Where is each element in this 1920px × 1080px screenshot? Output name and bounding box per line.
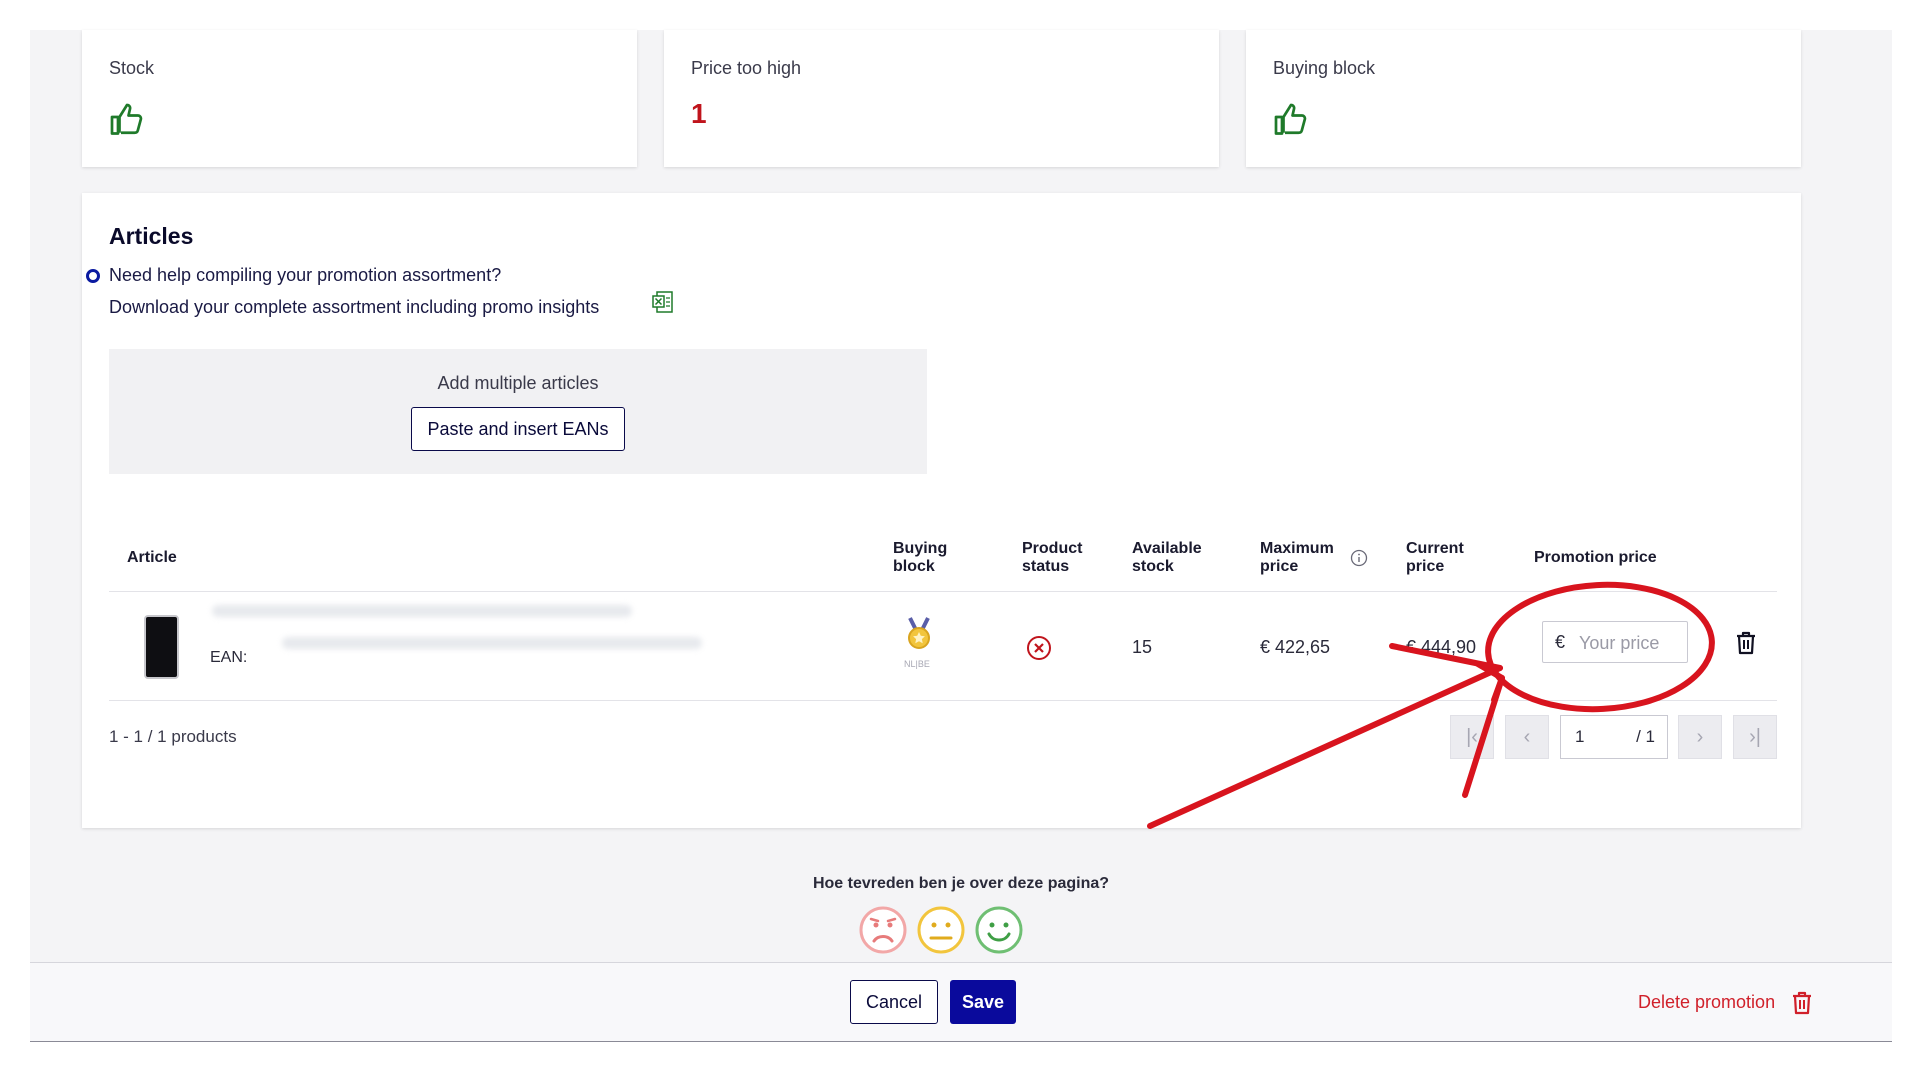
current-price-value: € 444,90 xyxy=(1406,637,1477,657)
help-indicator-icon xyxy=(86,269,100,283)
header-current-price: Current price xyxy=(1406,540,1464,576)
footer-bottom-border xyxy=(30,1041,1892,1042)
help-text: Need help compiling your promotion assor… xyxy=(109,265,502,285)
maximum-price-value: € 422,65 xyxy=(1260,637,1331,657)
cancel-button[interactable]: Cancel xyxy=(850,980,938,1024)
neutral-face-icon[interactable] xyxy=(916,905,966,960)
promotion-price-field[interactable]: € xyxy=(1542,621,1688,663)
sad-face-icon[interactable] xyxy=(858,905,908,960)
header-line: stock xyxy=(1132,558,1174,575)
header-line: block xyxy=(893,558,935,575)
table-row-divider xyxy=(109,700,1777,701)
thumbs-up-icon xyxy=(109,102,145,143)
header-promotion-price: Promotion price xyxy=(1534,549,1657,566)
header-line: status xyxy=(1022,558,1070,575)
header-article: Article xyxy=(127,549,177,566)
kpi-card-buying-block: Buying block xyxy=(1246,30,1801,167)
thumbs-up-icon xyxy=(1273,102,1309,143)
currency-symbol: € xyxy=(1555,632,1566,652)
kpi-title: Stock xyxy=(109,58,155,78)
buying-block-badge-text: NL|BE xyxy=(904,659,930,669)
pagination-range: 1 - 1 / 1 products xyxy=(109,727,237,746)
paste-eans-button[interactable]: Paste and insert EANs xyxy=(411,407,625,451)
last-page-button[interactable]: ›| xyxy=(1733,715,1777,759)
header-line: Available xyxy=(1132,540,1202,557)
kpi-title: Buying block xyxy=(1273,58,1376,78)
trash-icon[interactable] xyxy=(1734,630,1758,661)
kpi-card-stock: Stock xyxy=(82,30,637,167)
header-maximum-price: Maximum price xyxy=(1260,540,1334,576)
current-page[interactable]: 1 xyxy=(1575,727,1584,747)
header-line: price xyxy=(1406,558,1445,575)
delete-trash-icon[interactable] xyxy=(1790,990,1814,1021)
medal-icon xyxy=(902,617,936,662)
header-product-status: Product status xyxy=(1022,540,1082,576)
header-line: price xyxy=(1260,558,1299,575)
total-pages: / 1 xyxy=(1636,727,1655,746)
kpi-value: 1 xyxy=(691,98,707,129)
header-buying-block: Buying block xyxy=(893,540,947,576)
status-error-icon xyxy=(1026,635,1052,666)
header-line: Buying xyxy=(893,540,948,557)
table-header-divider xyxy=(109,591,1777,592)
delete-promotion-link[interactable]: Delete promotion xyxy=(1638,992,1775,1013)
header-line: Product xyxy=(1022,540,1083,557)
download-assortment-link[interactable]: Download your complete assortment includ… xyxy=(109,297,599,318)
header-available-stock: Available stock xyxy=(1132,540,1202,576)
excel-download-icon[interactable] xyxy=(652,291,674,320)
product-thumbnail[interactable] xyxy=(144,615,179,679)
footer-divider xyxy=(30,962,1892,963)
articles-title: Articles xyxy=(109,223,194,249)
next-page-button[interactable]: › xyxy=(1678,715,1722,759)
header-line: Maximum xyxy=(1260,540,1334,557)
prev-page-button[interactable]: ‹ xyxy=(1505,715,1549,759)
kpi-card-price-too-high: Price too high 1 xyxy=(664,30,1219,167)
info-icon[interactable] xyxy=(1350,549,1368,572)
add-multiple-label: Add multiple articles xyxy=(437,373,599,393)
happy-face-icon[interactable] xyxy=(974,905,1024,960)
ean-label: EAN: xyxy=(210,649,248,666)
promotion-price-input[interactable] xyxy=(1577,628,1681,658)
available-stock-value: 15 xyxy=(1132,637,1153,657)
add-multiple-articles-panel: Add multiple articles Paste and insert E… xyxy=(109,349,927,474)
blurred-product-subtitle xyxy=(282,637,702,649)
save-button[interactable]: Save xyxy=(950,980,1016,1024)
kpi-title: Price too high xyxy=(691,58,802,78)
page-number-field[interactable]: 1 / 1 xyxy=(1560,715,1668,759)
blurred-product-title xyxy=(212,605,632,617)
articles-card: Articles Need help compiling your promot… xyxy=(82,193,1801,828)
header-line: Current xyxy=(1406,540,1464,557)
satisfaction-question: Hoe tevreden ben je over deze pagina? xyxy=(812,875,1110,892)
first-page-button[interactable]: |‹ xyxy=(1450,715,1494,759)
